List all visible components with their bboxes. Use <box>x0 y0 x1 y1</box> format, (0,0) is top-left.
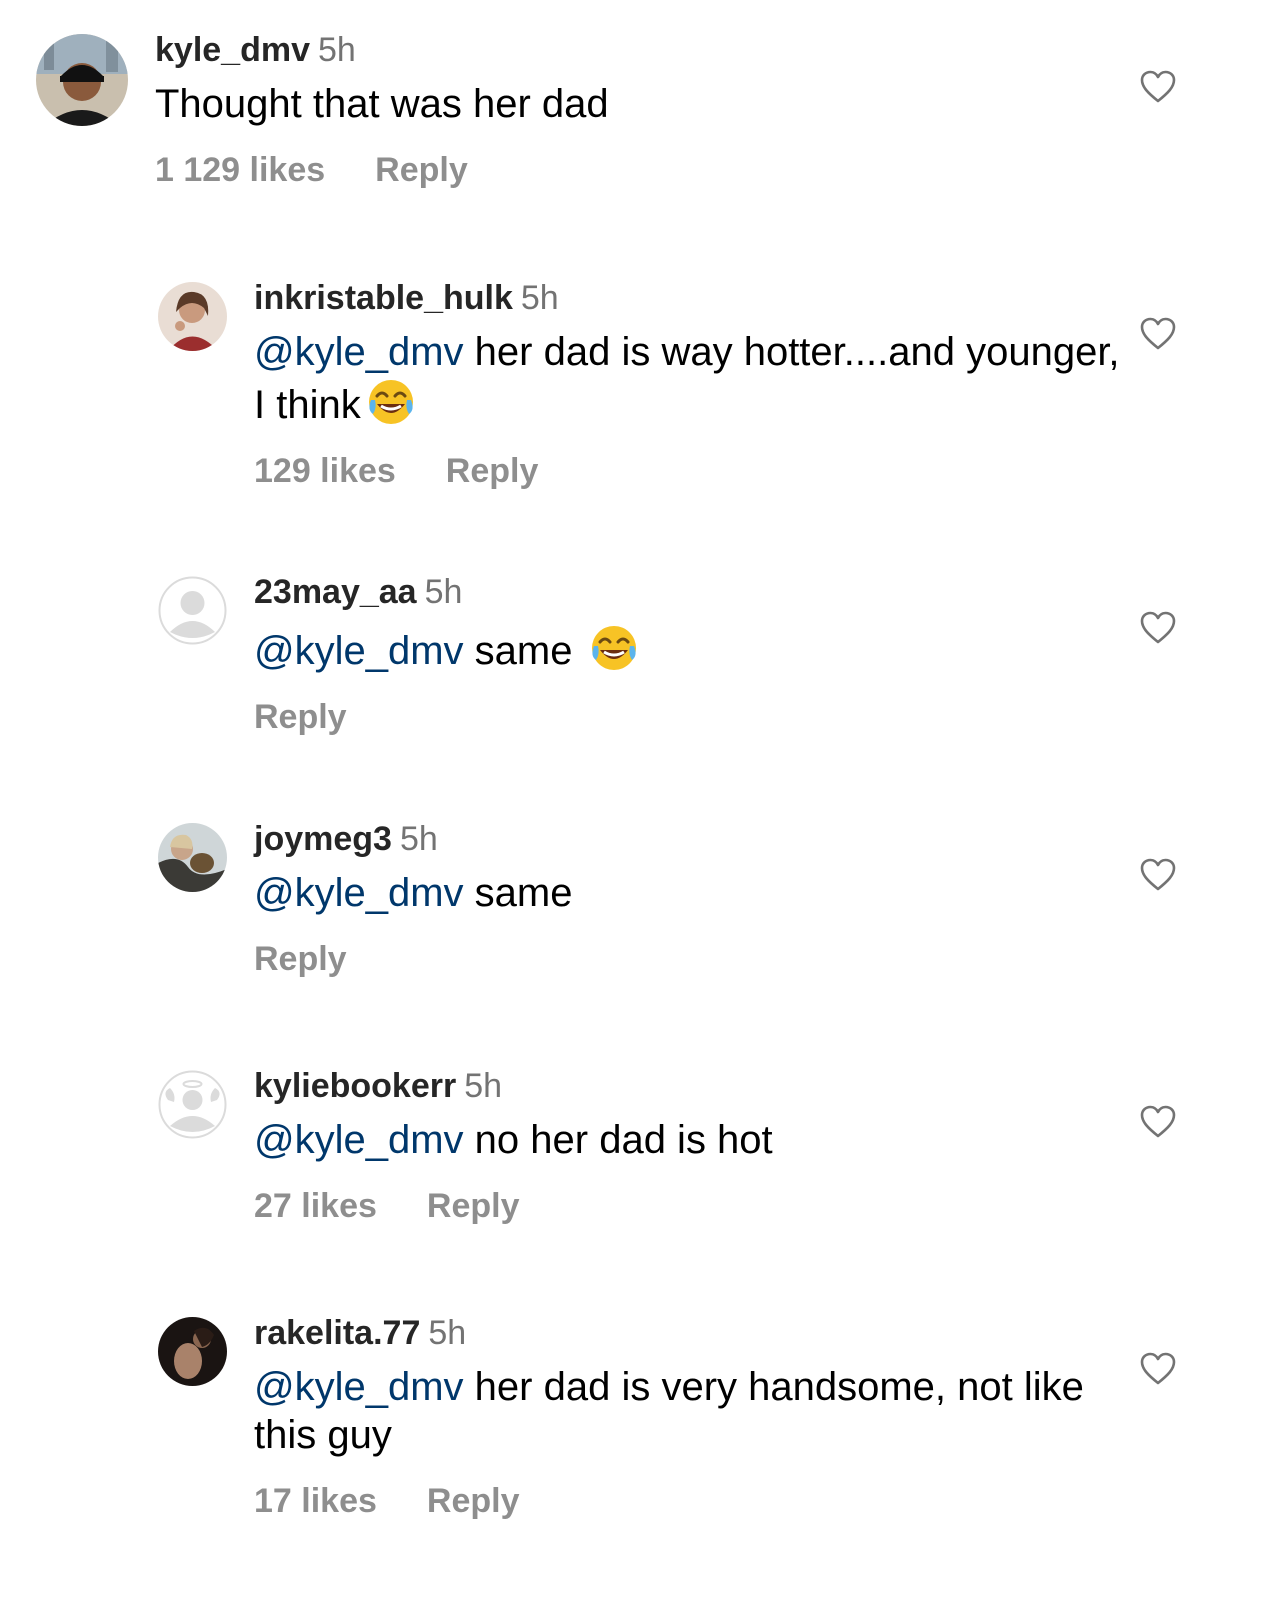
timestamp: 5h <box>428 1314 467 1352</box>
comment-content: rakelita.77 5h @kyle_dmv her dad is very … <box>254 1313 1134 1521</box>
comment-text: Thought that was her dad <box>155 80 1134 128</box>
timestamp: 5h <box>424 573 463 611</box>
reply-button[interactable]: Reply <box>427 1187 520 1225</box>
reply-button[interactable]: Reply <box>375 151 468 189</box>
comment-meta: 1 129 likes Reply <box>155 150 1134 190</box>
timestamp: 5h <box>464 1067 503 1105</box>
default-avatar-icon[interactable] <box>158 576 227 645</box>
comment-content: kyle_dmv 5h Thought that was her dad 1 12… <box>155 30 1134 190</box>
comment-content: inkristable_hulk 5h @kyle_dmv her dad is … <box>254 278 1134 491</box>
timestamp: 5h <box>399 820 438 858</box>
avatar[interactable] <box>36 34 128 126</box>
default-avatar-icon[interactable] <box>158 1070 227 1139</box>
comment-header: kyle_dmv 5h <box>155 30 1134 70</box>
comment-meta: 129 likes Reply <box>254 451 1134 491</box>
reply-button[interactable]: Reply <box>427 1482 520 1520</box>
mention-link[interactable]: @kyle_dmv <box>254 629 464 673</box>
likes-count[interactable]: 129 likes <box>254 452 396 490</box>
comment-text: @kyle_dmv no her dad is hot <box>254 1116 1134 1164</box>
comment-content: joymeg3 5h @kyle_dmv same Reply <box>254 819 1134 979</box>
comment-text: @kyle_dmv her dad is way hotter....and y… <box>254 328 1134 429</box>
mention-link[interactable]: @kyle_dmv <box>254 1118 464 1162</box>
username[interactable]: inkristable_hulk <box>254 279 513 317</box>
heart-outline-icon[interactable] <box>1140 858 1176 891</box>
comment-meta: Reply <box>254 939 1134 979</box>
likes-count[interactable]: 1 129 likes <box>155 151 325 189</box>
comment-header: rakelita.77 5h <box>254 1313 1134 1353</box>
avatar[interactable] <box>158 1317 227 1386</box>
comment-text: @kyle_dmv same <box>254 622 1134 675</box>
comment-content: kyliebookerr 5h @kyle_dmv no her dad is h… <box>254 1066 1134 1226</box>
timestamp: 5h <box>520 279 559 317</box>
tears-of-joy-emoji <box>588 622 640 674</box>
mention-link[interactable]: @kyle_dmv <box>254 330 464 374</box>
mention-link[interactable]: @kyle_dmv <box>254 871 464 915</box>
reply-button[interactable]: Reply <box>254 698 347 736</box>
comment-body: Thought that was her dad <box>155 82 609 126</box>
heart-outline-icon[interactable] <box>1140 317 1176 350</box>
reply-button[interactable]: Reply <box>446 452 539 490</box>
timestamp: 5h <box>318 31 356 69</box>
reply-button[interactable]: Reply <box>254 940 347 978</box>
comment-header: inkristable_hulk 5h <box>254 278 1134 318</box>
username[interactable]: 23may_aa <box>254 573 417 611</box>
avatar[interactable] <box>158 823 227 892</box>
likes-count[interactable]: 27 likes <box>254 1187 377 1225</box>
tears-of-joy-emoji <box>365 376 417 428</box>
comment-header: kyliebookerr 5h <box>254 1066 1134 1106</box>
comment-meta: 27 likes Reply <box>254 1186 1134 1226</box>
heart-outline-icon[interactable] <box>1140 611 1176 644</box>
heart-outline-icon[interactable] <box>1140 1105 1176 1138</box>
comment-body: no her dad is hot <box>463 1118 773 1162</box>
avatar[interactable] <box>158 282 227 351</box>
comment-content: 23may_aa 5h @kyle_dmv same Reply <box>254 572 1134 737</box>
comment-meta: 17 likes Reply <box>254 1481 1134 1521</box>
mention-link[interactable]: @kyle_dmv <box>254 1365 464 1409</box>
heart-outline-icon[interactable] <box>1140 1352 1176 1385</box>
comment-header: joymeg3 5h <box>254 819 1134 859</box>
username[interactable]: kyle_dmv <box>155 31 310 69</box>
comment-text: @kyle_dmv her dad is very handsome, not … <box>254 1363 1134 1459</box>
heart-outline-icon[interactable] <box>1140 70 1176 103</box>
username[interactable]: rakelita.77 <box>254 1314 420 1352</box>
username[interactable]: joymeg3 <box>254 820 392 858</box>
likes-count[interactable]: 17 likes <box>254 1482 377 1520</box>
comment-meta: Reply <box>254 697 1134 737</box>
comment-body: same <box>463 871 573 915</box>
comment-header: 23may_aa 5h <box>254 572 1134 612</box>
username[interactable]: kyliebookerr <box>254 1067 456 1105</box>
comment-text: @kyle_dmv same <box>254 869 1134 917</box>
comment-body: same <box>463 629 584 673</box>
